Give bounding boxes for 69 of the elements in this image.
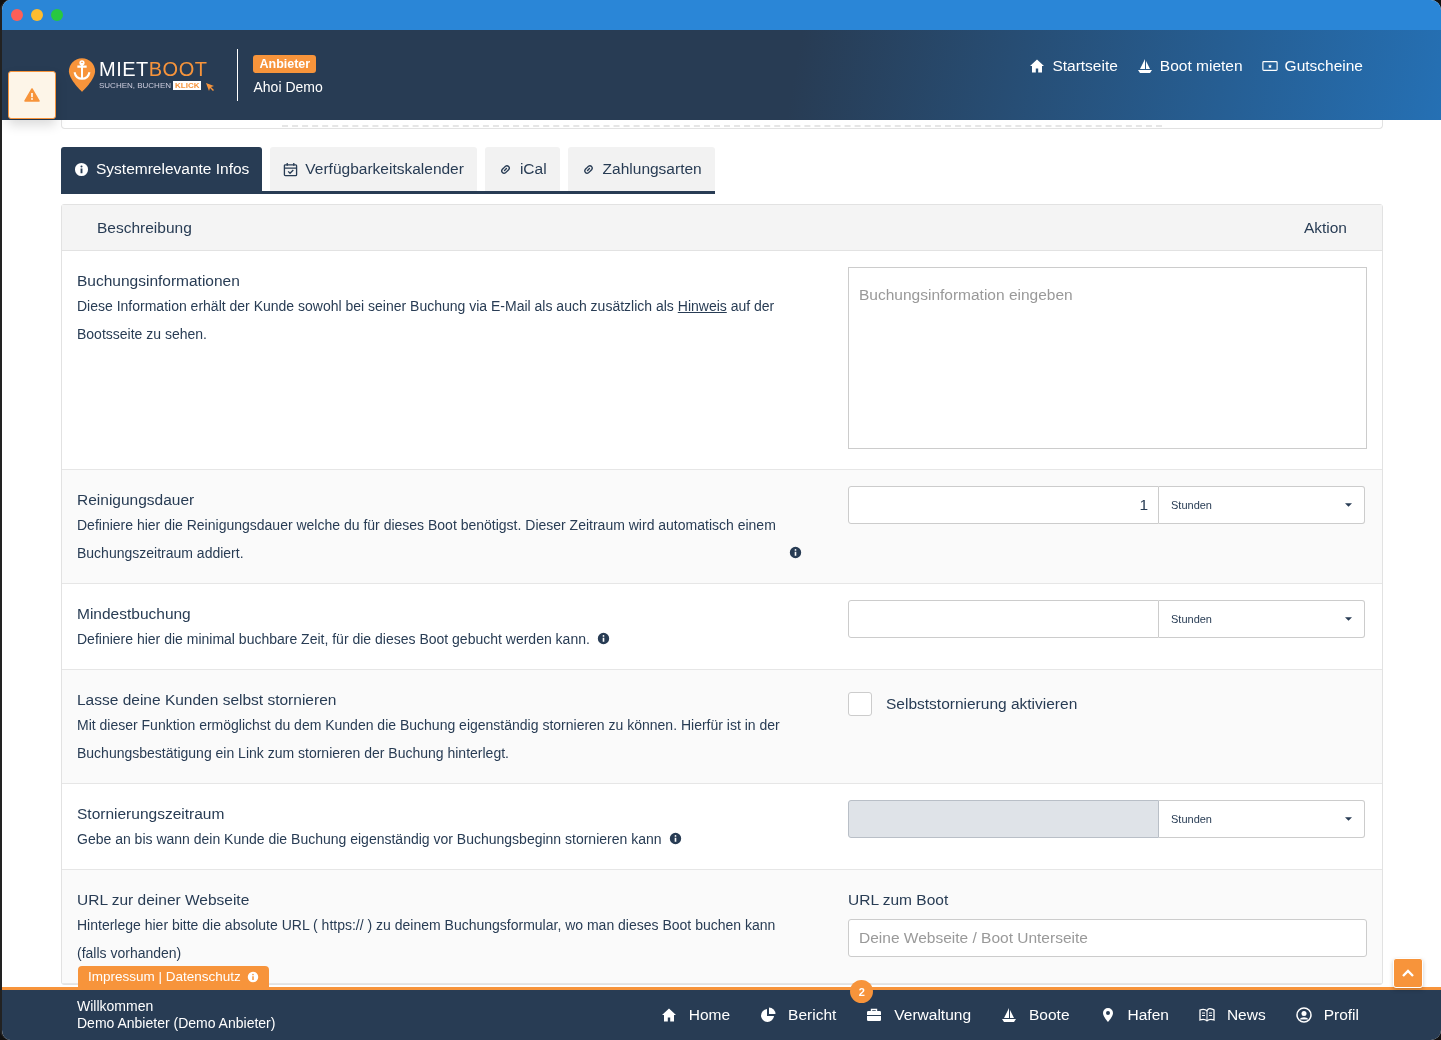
tab[interactable]: Systemrelevante Infos <box>61 147 263 191</box>
zoom-button[interactable] <box>51 9 63 21</box>
nav-link[interactable]: Hafen <box>1099 1006 1169 1024</box>
unit-dropdown[interactable]: Stunden <box>1159 486 1365 524</box>
book-icon <box>1198 1007 1215 1023</box>
count-badge: 2 <box>850 980 874 1003</box>
checkbox-label: Selbststornierung aktivieren <box>886 695 1078 713</box>
scroll-to-top-button[interactable] <box>1393 958 1423 988</box>
setting-title: Stornierungszeitraum <box>77 805 226 823</box>
setting-title: Reinigungsdauer <box>77 491 196 509</box>
caret-icon <box>1345 817 1352 821</box>
number-input[interactable]: 1 <box>848 486 1159 524</box>
hint-link[interactable]: Hinweis <box>677 298 727 314</box>
minimize-button[interactable] <box>31 9 43 21</box>
nav-link[interactable]: Profil <box>1295 1006 1359 1024</box>
url-input[interactable]: Deine Webseite / Boot Unterseite <box>848 919 1367 957</box>
setting-description: Hinterlege hier bitte die absolute URL ( https:// ) zu deinem Buchungsformular, wo man dieses Boot buchen kann (falls vorhanden) <box>77 916 777 963</box>
number-input[interactable] <box>848 600 1159 638</box>
sailboat-icon <box>1136 58 1153 74</box>
warning-icon <box>24 88 40 102</box>
caret-icon <box>1345 617 1352 621</box>
tab[interactable]: Zahlungsarten <box>567 147 715 191</box>
close-button[interactable] <box>11 9 23 21</box>
briefcase-icon <box>866 1007 883 1023</box>
home-icon <box>1029 58 1046 74</box>
logo-tagline: SUCHEN, BUCHEN <box>99 81 171 90</box>
sailboat-icon <box>1001 1007 1017 1023</box>
pie-chart-icon <box>760 1007 777 1023</box>
setting-title: Buchungsinformationen <box>77 272 241 290</box>
user-icon <box>1295 1007 1312 1023</box>
tab[interactable]: iCal <box>484 147 560 191</box>
column-header: Beschreibung <box>97 218 192 237</box>
setting-description: Definiere hier die minimal buchbare Zeit, für die dieses Boot gebucht werden kann. <box>77 630 590 649</box>
setting-title: Mindestbuchung <box>77 605 192 623</box>
info-icon <box>74 161 89 177</box>
calendar-icon <box>283 161 299 177</box>
setting-description: Gebe an bis wann dein Kunde die Buchung eigenständig vor Buchungsbeginn stornieren kann <box>77 830 662 849</box>
column-header: Aktion <box>1303 218 1347 237</box>
greeting-text: Willkommen <box>77 998 155 1015</box>
nav-link[interactable]: Gutscheine <box>1261 57 1363 75</box>
caret-icon <box>1345 503 1352 507</box>
nav-link[interactable]: Home <box>660 1006 731 1024</box>
nav-link[interactable]: Startseite <box>1029 57 1118 75</box>
home-icon <box>660 1007 677 1023</box>
ticket-icon <box>1261 58 1278 74</box>
unit-dropdown[interactable]: Stunden <box>1159 600 1365 638</box>
role-badge: Anbieter <box>253 55 317 73</box>
chevron-up-icon <box>1402 969 1414 977</box>
nav-link[interactable]: Bericht <box>760 1006 837 1024</box>
checkbox[interactable] <box>848 692 872 716</box>
logo-wordmark: MIETBOOT <box>99 58 208 79</box>
nav-link[interactable]: Verwaltung <box>866 1006 971 1024</box>
nav-link[interactable]: Boot mieten <box>1136 57 1243 75</box>
logo-klick-label: KLICK <box>173 81 202 90</box>
setting-title: Lasse deine Kunden selbst stornieren <box>77 691 338 709</box>
tab[interactable]: Verfügbarkeitskalender <box>270 147 477 191</box>
user-name: Demo Anbieter (Demo Anbieter) <box>77 1015 276 1032</box>
warning-button[interactable] <box>8 71 56 119</box>
booking-info-textarea[interactable]: Buchungsinformation eingeben <box>848 267 1367 449</box>
account-name: Ahoi Demo <box>253 79 323 95</box>
setting-description: Mit dieser Funktion ermöglichst du dem Kunden die Buchung eigenständig stornieren zu können. Hierfür ist in der Buchungsbestätigung ein Link zum stornieren der Buchung hinterlegt. <box>77 716 781 763</box>
setting-description: Diese Information erhält der Kunde sowohl bei seiner Buchung via E-Mail als auch zusätzlich als Hinweis auf der Bootsseite zu sehen. <box>77 297 776 344</box>
field-label: URL zum Boot <box>848 891 950 909</box>
info-icon <box>246 970 259 983</box>
setting-title: URL zur deiner Webseite <box>77 891 251 909</box>
nav-link[interactable]: Boote <box>1001 1006 1070 1024</box>
anchor-pin-logo-icon <box>68 57 96 93</box>
setting-description: Definiere hier die Reinigungsdauer welche du für dieses Boot benötigst. Dieser Zeitraum wird automatisch einem Buchungszeitraum addiert. <box>77 516 777 563</box>
nav-link[interactable]: News <box>1198 1006 1266 1024</box>
